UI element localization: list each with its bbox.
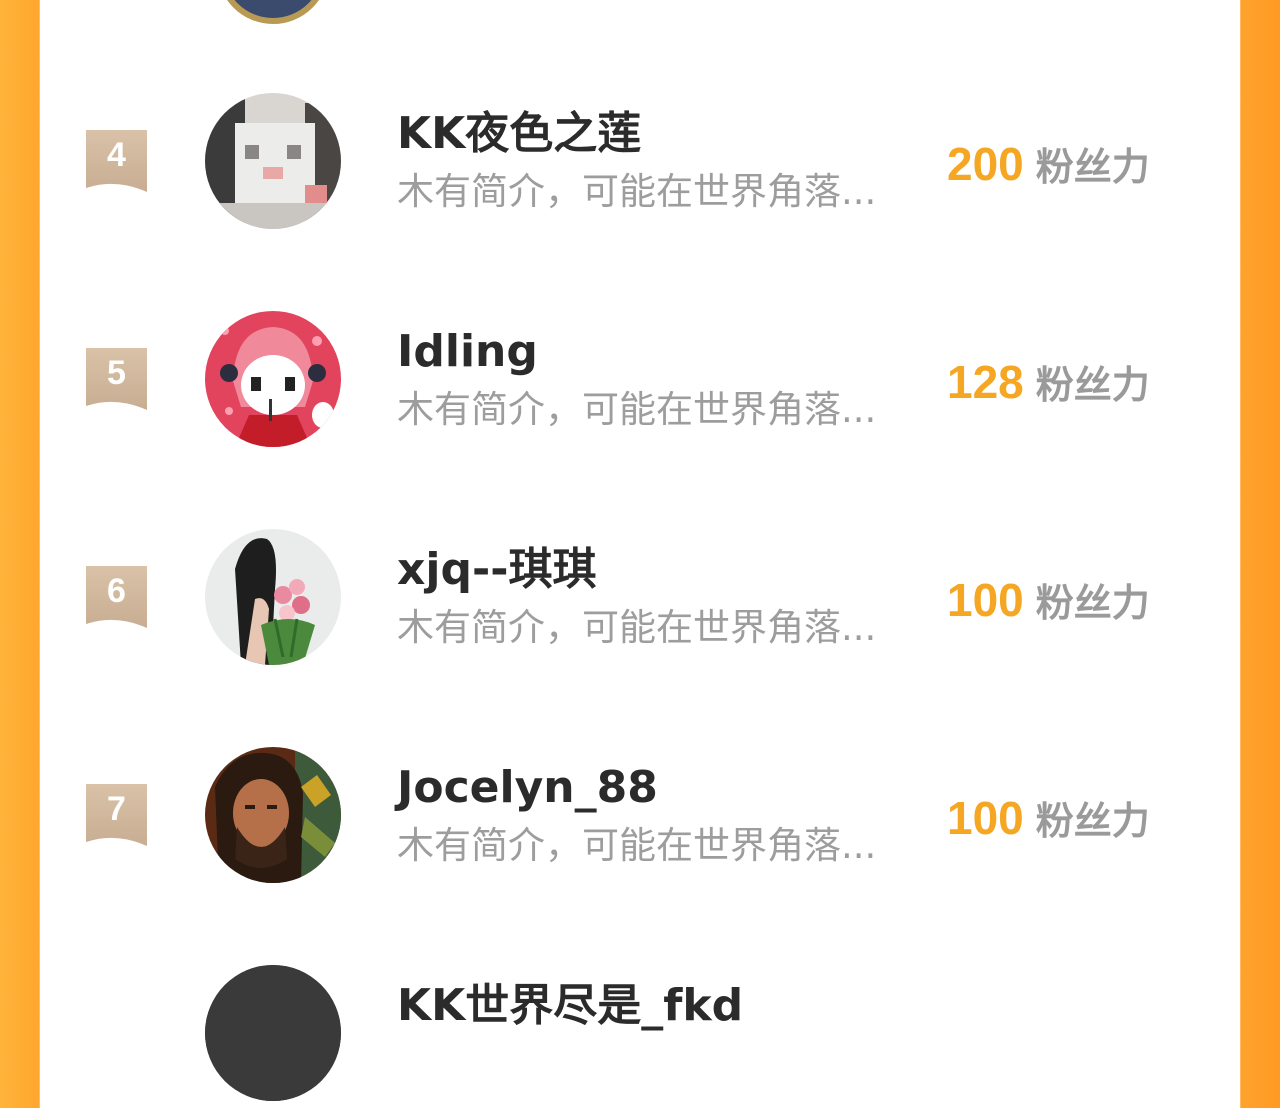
user-intro: 木有简介，可能在世界角落...	[397, 388, 877, 431]
warrior-portrait-avatar-icon	[205, 747, 341, 883]
fan-power-score: 200 粉丝力	[947, 136, 1207, 203]
girl-with-flowers-avatar-icon	[205, 529, 341, 665]
user-name[interactable]: Jocelyn_88	[397, 760, 658, 816]
avatar[interactable]	[205, 311, 341, 447]
user-intro: 木有简介，可能在世界角落...	[397, 824, 877, 867]
score-value: 200	[947, 138, 1024, 190]
score-value: 100	[947, 792, 1024, 844]
user-name[interactable]: xjq--琪琪	[397, 542, 596, 598]
list-item[interactable]: 5 Idling 木有简介，可能在世界角落... 128 粉丝力	[40, 304, 1240, 454]
avatar[interactable]	[205, 965, 341, 1101]
avatar[interactable]	[205, 93, 341, 229]
score-value: 128	[947, 356, 1024, 408]
fan-power-score: 100 粉丝力	[947, 790, 1207, 857]
list-item[interactable]: 6 xjq--琪琪 木有简介，可能在世界角落... 100 粉丝力	[40, 522, 1240, 672]
rank-badge: 6	[86, 566, 147, 628]
score-unit: 粉丝力	[1035, 799, 1150, 843]
cat-photo-avatar-icon	[205, 93, 341, 229]
rank-number: 6	[107, 572, 126, 610]
rank-number: 7	[107, 790, 126, 828]
user-name[interactable]: KK世界尽是_fkd	[397, 978, 743, 1034]
avatar[interactable]	[205, 529, 341, 665]
user-intro: 木有简介，可能在世界角落...	[397, 606, 877, 649]
user-intro: 木有简介，可能在世界角落...	[397, 170, 877, 213]
fan-power-score: 100 粉丝力	[947, 572, 1207, 639]
score-unit: 粉丝力	[1035, 145, 1150, 189]
list-item[interactable]: KK世界尽是_fkd	[40, 958, 1240, 1108]
dark-avatar-icon	[205, 965, 341, 1101]
rank-number: 4	[107, 136, 126, 174]
rank-number: 5	[107, 354, 126, 392]
ranking-list-panel: 4 KK夜色之莲 木有简介，可能在世界角落... 200 粉丝力 5 Idlin…	[40, 0, 1240, 1101]
list-item[interactable]: 4 KK夜色之莲 木有简介，可能在世界角落... 200 粉丝力	[40, 86, 1240, 236]
fan-power-score: 128 粉丝力	[947, 354, 1207, 421]
user-name[interactable]: Idling	[397, 324, 538, 380]
user-name[interactable]: KK夜色之莲	[397, 106, 641, 162]
rank-badge: 5	[86, 348, 147, 410]
rank-badge: 4	[86, 130, 147, 192]
list-item[interactable]: 7 Jocelyn_88 木有简介，可能在世界角落... 100 粉丝力	[40, 740, 1240, 890]
avatar[interactable]	[205, 747, 341, 883]
anime-girl-avatar-icon	[205, 311, 341, 447]
avatar-previous-row[interactable]	[217, 0, 329, 24]
score-unit: 粉丝力	[1035, 363, 1150, 407]
score-value: 100	[947, 574, 1024, 626]
rank-badge: 7	[86, 784, 147, 846]
score-unit: 粉丝力	[1035, 581, 1150, 625]
